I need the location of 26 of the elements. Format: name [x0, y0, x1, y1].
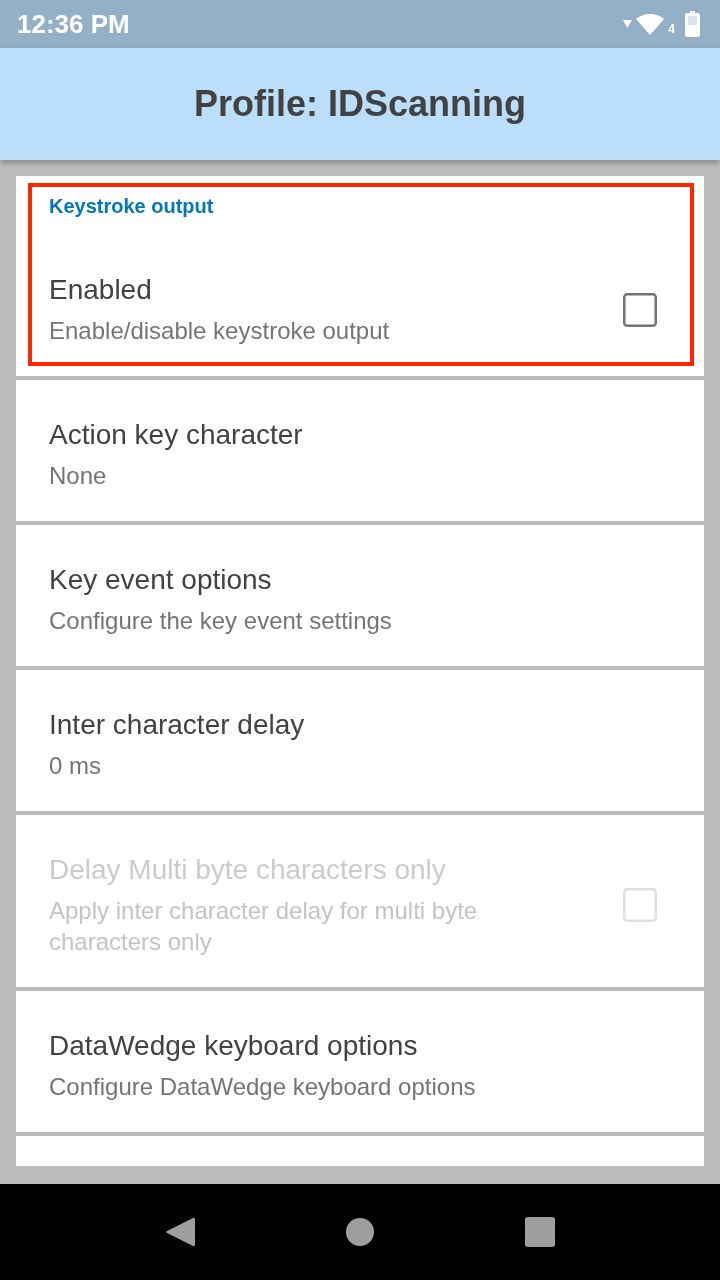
- setting-summary: None: [49, 461, 107, 491]
- setting-title: Enabled: [49, 273, 152, 307]
- list-item[interactable]: Inter character delay 0 ms: [16, 670, 704, 811]
- network-type-label: 4: [668, 23, 675, 35]
- setting-summary: Apply inter character delay for multi byte characters only: [49, 896, 479, 957]
- screen-title: Profile: IDScanning: [193, 83, 526, 125]
- list-item[interactable]: Keystroke output Enabled Enable/disable keystroke output: [16, 176, 704, 376]
- setting-title: Key event options: [49, 563, 272, 597]
- setting-summary: Configure DataWedge keyboard options: [49, 1072, 476, 1102]
- setting-summary: 0 ms: [49, 751, 101, 781]
- list-item[interactable]: Action key character None: [16, 380, 704, 521]
- setting-title: DataWedge keyboard options: [49, 1029, 418, 1063]
- setting-title: Inter character delay: [49, 708, 305, 742]
- back-icon[interactable]: [165, 1216, 195, 1248]
- setting-summary: Configure the key event settings: [49, 606, 392, 636]
- wifi-icon: [636, 13, 665, 35]
- category-header: Keystroke output: [49, 194, 214, 218]
- setting-summary: Enable/disable keystroke output: [49, 316, 390, 346]
- status-time: 12:36 PM: [17, 9, 130, 39]
- list-item[interactable]: Key event options Configure the key event settings: [16, 525, 704, 666]
- home-icon[interactable]: [346, 1218, 374, 1246]
- list-item[interactable]: DataWedge keyboard options Configure DataWedge keyboard options: [16, 991, 704, 1132]
- setting-title: Action key character: [49, 418, 303, 452]
- battery-icon: [685, 11, 700, 37]
- checkbox[interactable]: [623, 292, 657, 327]
- down-arrow-icon: [623, 20, 633, 28]
